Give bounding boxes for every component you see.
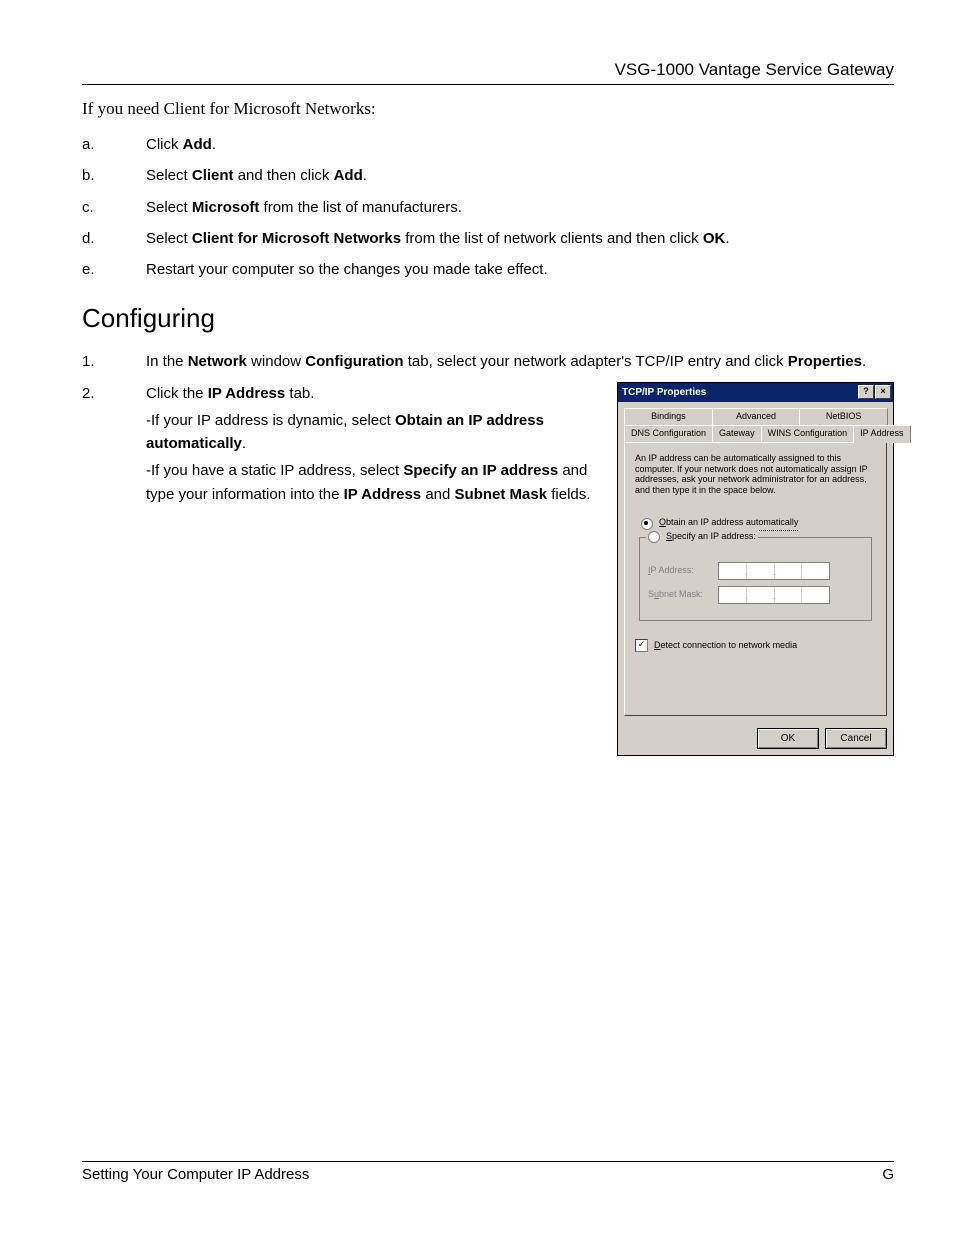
- step-2: 2. Click the IP Address tab. -If your IP…: [82, 382, 894, 757]
- step-marker: 2.: [82, 382, 146, 757]
- specify-ip-group: Specify an IP address: IP Address:: [639, 537, 872, 621]
- ip-address-input[interactable]: [718, 562, 830, 580]
- radio-icon[interactable]: [648, 531, 660, 543]
- step-d: d. Select Client for Microsoft Networks …: [82, 227, 894, 250]
- ok-button[interactable]: OK: [757, 728, 819, 750]
- tab-gateway[interactable]: Gateway: [712, 425, 762, 442]
- tab-netbios[interactable]: NetBIOS: [799, 408, 888, 425]
- cancel-button[interactable]: Cancel: [825, 728, 887, 750]
- tab-panel-ip: An IP address can be automatically assig…: [624, 442, 887, 716]
- radio-obtain-auto[interactable]: Obtain an IP address automatically: [641, 516, 876, 531]
- tab-dns[interactable]: DNS Configuration: [624, 425, 713, 442]
- tab-ip-address[interactable]: IP Address: [853, 425, 910, 443]
- step-e: e. Restart your computer so the changes …: [82, 258, 894, 281]
- intro-text: If you need Client for Microsoft Network…: [82, 99, 894, 119]
- tabs-row-top: Bindings Advanced NetBIOS: [624, 408, 887, 425]
- tcpip-properties-dialog: TCP/IP Properties ? × Bindings Advanced …: [617, 382, 894, 757]
- step-marker: a.: [82, 133, 146, 156]
- dialog-description: An IP address can be automatically assig…: [635, 453, 876, 496]
- footer-left: Setting Your Computer IP Address: [82, 1166, 309, 1183]
- tab-bindings[interactable]: Bindings: [624, 408, 713, 425]
- step-1: 1. In the Network window Configuration t…: [82, 350, 894, 373]
- help-button[interactable]: ?: [858, 385, 874, 399]
- step-a: a. Click Add.: [82, 133, 894, 156]
- page-header: VSG-1000 Vantage Service Gateway: [82, 60, 894, 85]
- section-heading: Configuring: [82, 303, 894, 334]
- dialog-titlebar[interactable]: TCP/IP Properties ? ×: [618, 383, 893, 403]
- subnet-mask-field: Subnet Mask:: [648, 586, 863, 604]
- tab-wins[interactable]: WINS Configuration: [761, 425, 855, 442]
- ip-address-label: IP Address:: [648, 564, 718, 578]
- dialog-buttons: OK Cancel: [618, 722, 893, 756]
- page-footer: Setting Your Computer IP Address G: [82, 1161, 894, 1183]
- detect-connection-checkbox[interactable]: ✓ Detect connection to network media: [635, 639, 876, 653]
- close-button[interactable]: ×: [875, 385, 891, 399]
- ip-address-field: IP Address:: [648, 562, 863, 580]
- dialog-title: TCP/IP Properties: [622, 385, 857, 401]
- radio-specify-ip[interactable]: Specify an IP address:: [646, 530, 758, 544]
- step-c: c. Select Microsoft from the list of man…: [82, 196, 894, 219]
- numbered-steps: 1. In the Network window Configuration t…: [82, 350, 894, 756]
- radio-icon[interactable]: [641, 518, 653, 530]
- step-marker: e.: [82, 258, 146, 281]
- step-marker: d.: [82, 227, 146, 250]
- subnet-mask-label: Subnet Mask:: [648, 588, 718, 602]
- checkbox-icon[interactable]: ✓: [635, 639, 648, 652]
- letter-steps: a. Click Add. b. Select Client and then …: [82, 133, 894, 281]
- step-marker: 1.: [82, 350, 146, 373]
- tabs-row-bottom: DNS Configuration Gateway WINS Configura…: [624, 425, 887, 442]
- step-b: b. Select Client and then click Add.: [82, 164, 894, 187]
- tab-advanced[interactable]: Advanced: [712, 408, 801, 425]
- step-marker: b.: [82, 164, 146, 187]
- subnet-mask-input[interactable]: [718, 586, 830, 604]
- step-marker: c.: [82, 196, 146, 219]
- footer-right: G: [882, 1166, 894, 1183]
